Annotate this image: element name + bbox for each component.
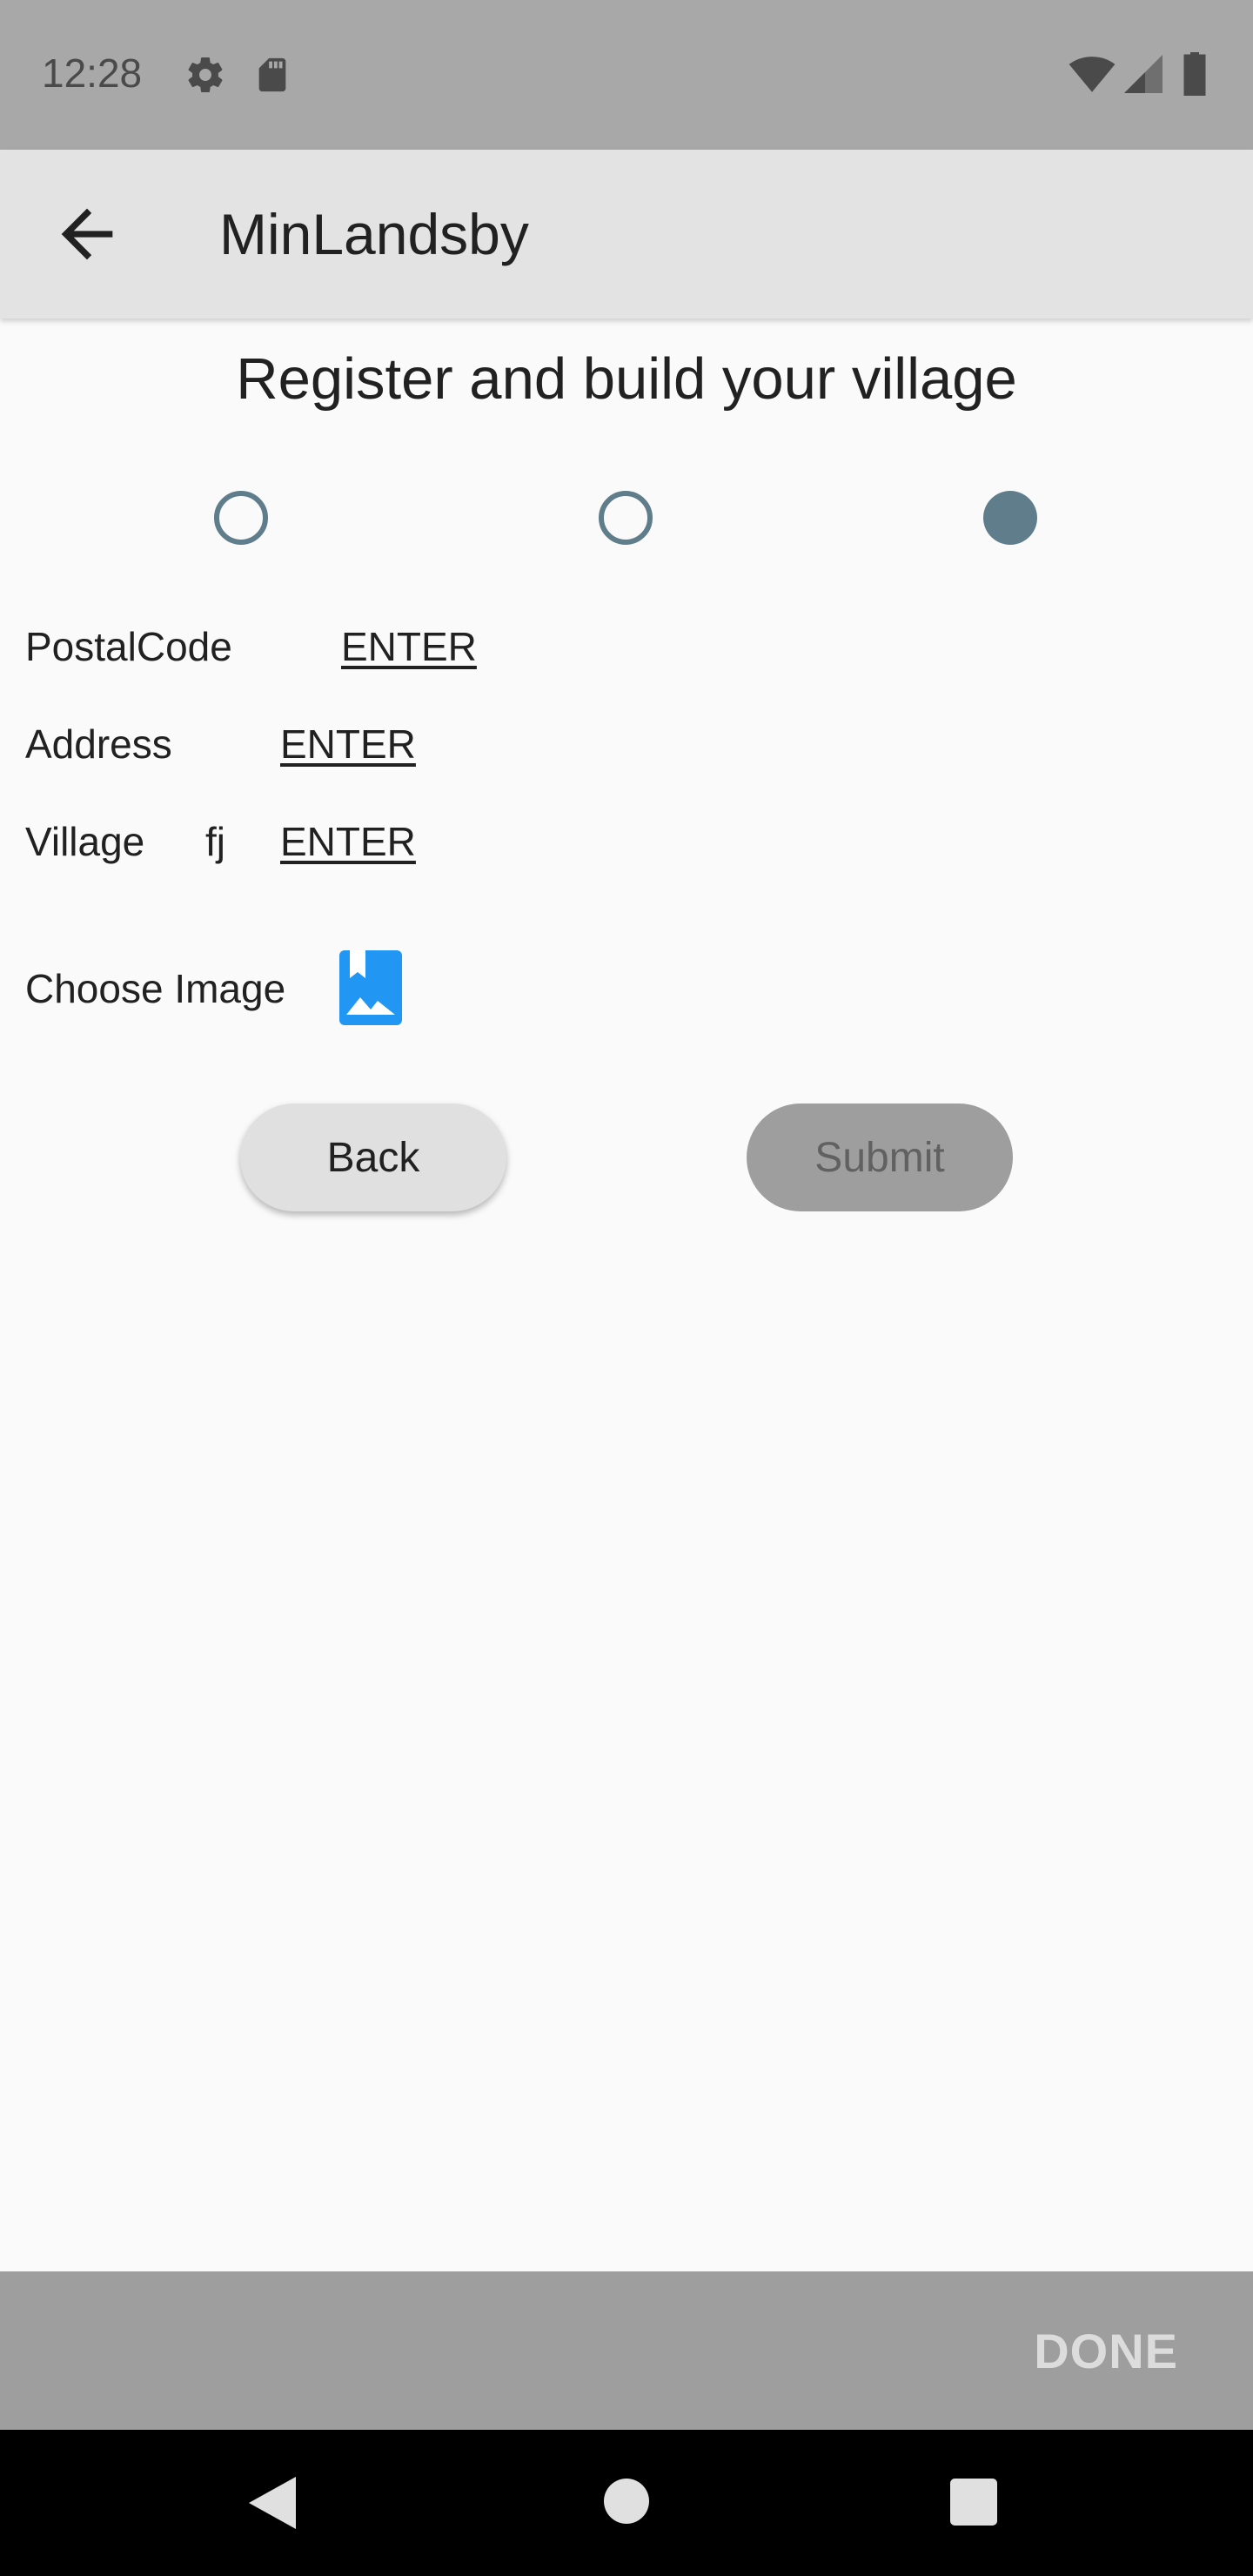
signal-icon: [1124, 55, 1163, 93]
status-time: 12:28: [42, 50, 143, 96]
done-button[interactable]: DONE: [1034, 2324, 1178, 2379]
page-heading: Register and build your village: [236, 346, 1017, 412]
sd-card-icon: [258, 57, 286, 92]
battery-icon: [1183, 52, 1206, 96]
village-enter-link[interactable]: ENTER: [280, 817, 416, 866]
app-title: MinLandsby: [219, 202, 529, 266]
navigation-bar: [0, 2430, 1253, 2576]
step-indicator-3: [983, 491, 1037, 545]
step-indicator-2: [599, 491, 653, 545]
village-value: fj: [205, 819, 225, 864]
submit-button[interactable]: Submit: [747, 1104, 1013, 1211]
step-indicator-1: [214, 491, 268, 545]
image-icon[interactable]: [339, 950, 402, 1025]
app-bar: MinLandsby: [0, 150, 1253, 319]
wifi-icon: [1069, 57, 1116, 92]
village-label: Village: [25, 819, 145, 864]
postal-code-label: PostalCode: [25, 624, 232, 669]
gear-icon: [188, 57, 223, 93]
home-circle-icon[interactable]: [604, 2479, 649, 2524]
choose-image-label: Choose Image: [25, 966, 286, 1011]
back-button[interactable]: Back: [240, 1104, 506, 1211]
postal-code-enter-link[interactable]: ENTER: [341, 622, 477, 671]
status-bar: 12:28: [0, 0, 1253, 150]
back-triangle-icon[interactable]: [249, 2477, 296, 2529]
recents-square-icon[interactable]: [950, 2479, 997, 2526]
arrow-back-icon[interactable]: [49, 196, 125, 272]
keyboard-done-bar: DONE: [0, 2271, 1253, 2430]
address-label: Address: [25, 721, 172, 767]
address-enter-link[interactable]: ENTER: [280, 720, 416, 768]
